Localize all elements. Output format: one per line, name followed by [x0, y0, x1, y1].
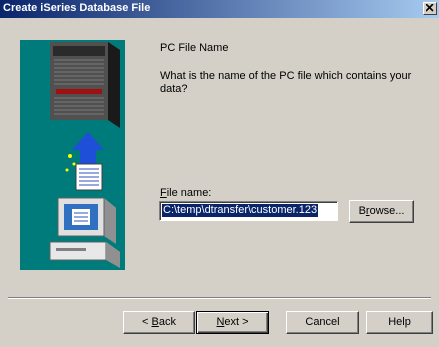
title-bar: Create iSeries Database File	[0, 0, 439, 18]
next-button[interactable]: Next >	[196, 311, 269, 334]
back-label-pre: <	[142, 316, 152, 328]
browse-label-post: owse...	[369, 205, 405, 217]
next-label-post: ext >	[224, 316, 249, 328]
page-heading: PC File Name	[160, 42, 229, 54]
window-title: Create iSeries Database File	[3, 2, 151, 14]
back-button[interactable]: < Back	[123, 311, 195, 334]
close-icon	[426, 4, 434, 12]
server-transfer-illustration	[20, 40, 125, 270]
help-button[interactable]: Help	[366, 311, 433, 334]
question-text: What is the name of the PC file which co…	[160, 70, 412, 95]
back-label-post: ack	[158, 316, 176, 328]
close-button[interactable]	[423, 2, 437, 15]
file-name-input[interactable]: C:\temp\dtransfer\customer.123	[159, 201, 338, 221]
back-label-mnemonic: B	[151, 316, 159, 328]
cancel-button[interactable]: Cancel	[286, 311, 359, 334]
file-label-rest: ile name:	[166, 187, 212, 199]
file-name-value: C:\temp\dtransfer\customer.123	[162, 204, 319, 217]
file-name-label: File name:	[160, 187, 211, 199]
browse-label-pre: B	[358, 205, 366, 217]
browse-button[interactable]: Browse...	[349, 200, 414, 223]
button-separator	[8, 297, 431, 299]
file-label-mnemonic: F	[160, 187, 167, 199]
